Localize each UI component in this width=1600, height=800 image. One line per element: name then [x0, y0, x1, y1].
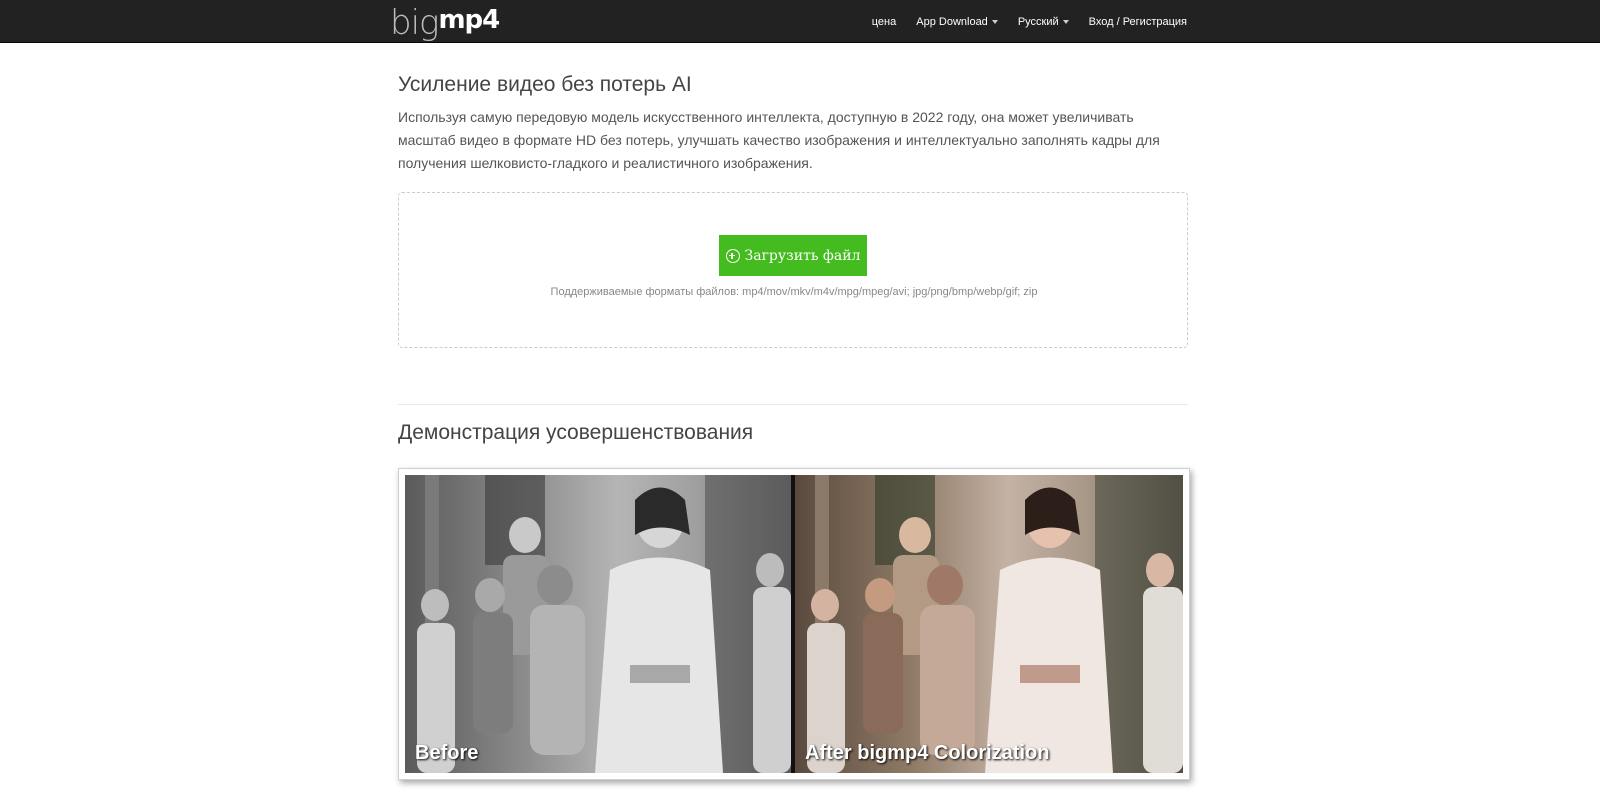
after-panel: After bigmp4 Colorization — [795, 475, 1183, 773]
after-scene-image — [807, 475, 1183, 773]
nav-item-label: Вход / Регистрация — [1088, 15, 1187, 28]
nav-item-login[interactable]: Вход / Регистрация — [1089, 16, 1187, 28]
demo-section-title: Демонстрация усовершенствования — [398, 421, 754, 444]
nav-item-language[interactable]: Русский — [1018, 16, 1069, 28]
brand-logo[interactable]: big mp4 — [390, 0, 500, 43]
demo-image-frame: Before After bigmp4 Colorization — [398, 468, 1190, 780]
page-description: Используя самую передовую модель искусст… — [398, 109, 1160, 171]
supported-formats-text: Поддерживаемые форматы файлов: mp4/mov/m… — [550, 286, 1038, 298]
nav-item-price[interactable]: цена — [872, 16, 897, 28]
nav-item-label: Русский — [1017, 15, 1059, 28]
before-label: Before — [415, 742, 479, 764]
page-title: Усиление видео без потерь AI — [398, 73, 692, 96]
upload-file-label: Загрузить файл — [744, 247, 861, 264]
caret-down-icon — [1062, 19, 1069, 24]
brand-logo-part2: mp4 — [438, 5, 500, 35]
caret-down-icon — [991, 19, 998, 24]
nav-item-label: цена — [871, 15, 897, 28]
navbar-inner: big mp4 цена App Download Русский Вход / … — [390, 0, 1187, 43]
navbar: big mp4 цена App Download Русский Вход / … — [0, 0, 1600, 43]
nav-item-label: App Download — [916, 15, 988, 28]
after-label: After bigmp4 Colorization — [805, 742, 1050, 764]
upload-file-button[interactable]: Загрузить файл — [719, 235, 867, 276]
before-panel: Before — [405, 475, 791, 773]
nav-item-app-download[interactable]: App Download — [916, 16, 998, 28]
section-divider — [398, 404, 1188, 405]
demo-comparison-image: Before After bigmp4 Colorization — [405, 475, 1183, 773]
before-scene-image — [417, 475, 791, 773]
nav-menu: цена App Download Русский Вход / Регистр… — [852, 0, 1187, 43]
upload-dropzone[interactable]: Загрузить файл Поддерживаемые форматы фа… — [398, 192, 1188, 348]
brand-logo-part1: big — [390, 3, 439, 43]
plus-circle-icon — [725, 248, 740, 263]
main-container: Усиление видео без потерь AI Используя с… — [398, 70, 1190, 780]
